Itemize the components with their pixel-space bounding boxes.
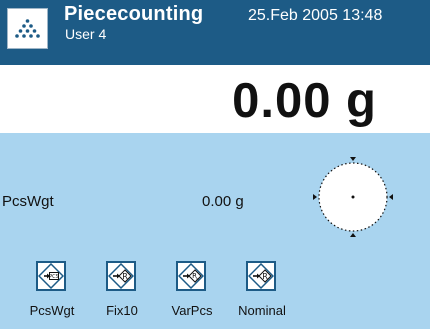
varpcs-button-label: VarPcs <box>171 303 213 318</box>
header-bar: Piececounting User 4 25.Feb 2005 13:48 <box>0 0 430 65</box>
nominal-button-label: Nominal <box>238 303 286 318</box>
varpcs-button[interactable]: R n VarPcs <box>164 259 216 329</box>
ref-n-diamond-icon: R n <box>176 261 206 291</box>
fix10-button[interactable]: R Fix10 <box>94 259 146 329</box>
svg-text:R: R <box>122 272 128 281</box>
pcs-diamond-icon: PCS <box>36 261 66 291</box>
pieces-dots-icon[interactable] <box>7 8 48 49</box>
weight-display: 0.00 g <box>0 65 430 133</box>
ref-diamond-icon: R <box>106 261 136 291</box>
info-panel: PcsWgt 0.00 g PCS PcsWgt R Fix10 R n Var… <box>0 133 430 329</box>
target-circle-graphic <box>313 157 393 237</box>
svg-text:R: R <box>262 272 268 281</box>
date-time: 25.Feb 2005 13:48 <box>248 7 383 24</box>
fix10-button-label: Fix10 <box>106 303 138 318</box>
application-title: Piececounting <box>64 3 204 25</box>
user-name: User 4 <box>65 26 107 42</box>
pcswgt-button-label: PcsWgt <box>29 303 75 318</box>
info-field-value: 0.00 g <box>202 193 244 210</box>
balance-screen: Piececounting User 4 25.Feb 2005 13:48 0… <box>0 0 430 329</box>
svg-text:n: n <box>196 277 199 282</box>
svg-text:PCS: PCS <box>49 274 59 280</box>
ref-diamond-icon: R <box>246 261 276 291</box>
pcswgt-button[interactable]: PCS PcsWgt <box>24 259 76 329</box>
info-field-label: PcsWgt <box>2 193 54 210</box>
nominal-button[interactable]: R Nominal <box>234 259 286 329</box>
weight-value: 0.00 g <box>232 74 377 128</box>
